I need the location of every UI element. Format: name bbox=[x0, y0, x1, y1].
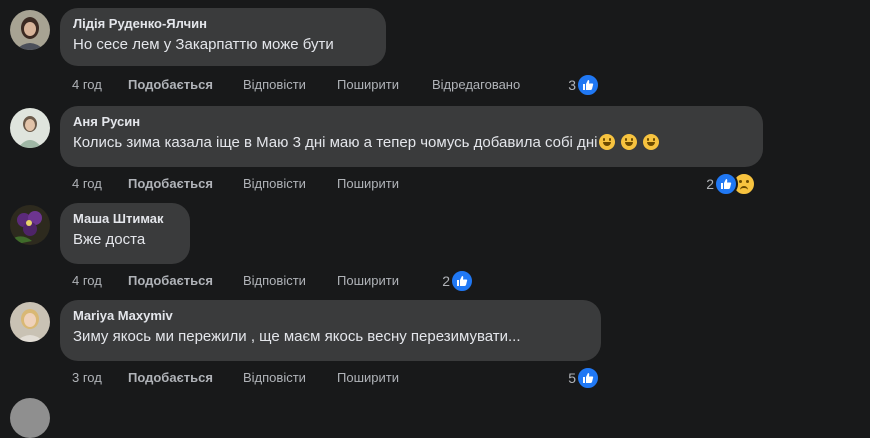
like-button[interactable]: Подобається bbox=[128, 77, 213, 93]
comment-bubble: Аня Русин Колись зима казала іще в Маю 3… bbox=[60, 106, 763, 167]
share-button[interactable]: Поширити bbox=[337, 176, 399, 192]
comment-bubble: Маша Штимак Вже доста bbox=[60, 203, 190, 264]
comment-text: Вже доста bbox=[73, 231, 146, 248]
like-icon bbox=[576, 366, 600, 390]
grinning-emoji bbox=[599, 134, 616, 150]
reaction-count: 2 bbox=[706, 176, 714, 192]
grinning-emoji bbox=[643, 134, 660, 150]
reaction-summary[interactable]: 5 bbox=[560, 366, 600, 390]
share-button[interactable]: Поширити bbox=[337, 273, 399, 289]
comment-text: Колись зима казала іще в Маю 3 дні маю а… bbox=[73, 133, 751, 153]
like-button[interactable]: Подобається bbox=[128, 370, 213, 386]
comment-time[interactable]: 4 год bbox=[72, 273, 102, 289]
avatar[interactable] bbox=[10, 10, 50, 50]
reply-button[interactable]: Відповісти bbox=[243, 273, 306, 289]
comment-time[interactable]: 4 год bbox=[72, 77, 102, 93]
edited-label[interactable]: Відредаговано bbox=[432, 77, 520, 93]
like-button[interactable]: Подобається bbox=[128, 176, 213, 192]
reply-button[interactable]: Відповісти bbox=[243, 370, 306, 386]
comment-author[interactable]: Маша Штимак bbox=[73, 211, 178, 227]
comment-bubble: Mariya Maxymiv Зиму якось ми пережили , … bbox=[60, 300, 601, 361]
reply-button[interactable]: Відповісти bbox=[243, 176, 306, 192]
like-icon bbox=[450, 269, 474, 293]
like-icon bbox=[576, 73, 600, 97]
reply-button[interactable]: Відповісти bbox=[243, 77, 306, 93]
reaction-summary[interactable]: 2 bbox=[700, 172, 758, 196]
comment-text-body: Колись зима казала іще в Маю 3 дні маю а… bbox=[73, 134, 598, 151]
reaction-count: 2 bbox=[442, 273, 450, 289]
avatar[interactable] bbox=[10, 205, 50, 245]
comment-author[interactable]: Mariya Maxymiv bbox=[73, 308, 589, 324]
share-button[interactable]: Поширити bbox=[337, 370, 399, 386]
share-button[interactable]: Поширити bbox=[337, 77, 399, 93]
avatar[interactable] bbox=[10, 302, 50, 342]
reaction-summary[interactable]: 3 bbox=[560, 73, 600, 97]
reaction-count: 5 bbox=[568, 370, 576, 386]
like-button[interactable]: Подобається bbox=[128, 273, 213, 289]
comment-text: Зиму якось ми пережили , ще маєм якось в… bbox=[73, 328, 521, 345]
comment-bubble: Лідія Руденко-Ялчин Но сесе лем у Закарп… bbox=[60, 8, 386, 66]
comment-time[interactable]: 4 год bbox=[72, 176, 102, 192]
avatar[interactable] bbox=[10, 398, 50, 438]
comment-text: Но сесе лем у Закарпаттю може бути bbox=[73, 36, 334, 53]
reaction-count: 3 bbox=[568, 77, 576, 93]
avatar[interactable] bbox=[10, 108, 50, 148]
comment-time[interactable]: 3 год bbox=[72, 370, 102, 386]
comment-author[interactable]: Аня Русин bbox=[73, 114, 751, 130]
grinning-emoji bbox=[621, 134, 638, 150]
comment-author[interactable]: Лідія Руденко-Ялчин bbox=[73, 16, 374, 32]
like-icon bbox=[714, 172, 738, 196]
reaction-summary[interactable]: 2 bbox=[434, 269, 474, 293]
